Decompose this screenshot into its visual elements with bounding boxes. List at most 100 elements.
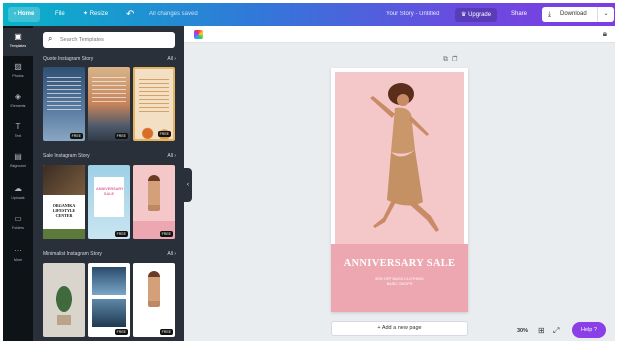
free-badge: FREE <box>157 131 171 137</box>
file-menu-button[interactable]: File <box>55 3 65 26</box>
photos-icon: ▨ <box>14 62 22 71</box>
rail-item-uploads[interactable]: ☁ Uploads <box>3 180 33 208</box>
rail-label: Bkground <box>10 164 26 168</box>
free-badge: FREE <box>114 329 128 335</box>
search-box[interactable]: ⌕ <box>43 32 175 48</box>
upgrade-button[interactable]: ♛ Upgrade <box>455 8 498 22</box>
rail-label: Elements <box>10 104 26 108</box>
duplicate-page-icon[interactable]: ❐ <box>452 56 461 63</box>
template-thumb[interactable]: FREE <box>133 67 175 141</box>
search-input[interactable] <box>60 34 170 46</box>
thumb-plant <box>43 229 85 239</box>
uploads-icon: ☁ <box>14 184 22 193</box>
template-thumb[interactable]: FREE <box>133 165 175 239</box>
free-badge: FREE <box>159 231 173 237</box>
section-title-sale: Sale Instagram Story <box>43 153 90 159</box>
thumb-image-top <box>92 267 126 295</box>
rail-label: Uploads <box>11 196 25 200</box>
rail-item-templates[interactable]: ▣ Templates <box>3 28 33 56</box>
rail-item-elements[interactable]: ◈ Elements <box>3 88 33 116</box>
elements-icon: ◈ <box>14 92 22 101</box>
thumb-quote-lines <box>139 79 169 115</box>
zoom-level[interactable]: 30% <box>517 328 528 334</box>
background-icon: ▤ <box>14 152 22 161</box>
resize-icon: ✦ <box>83 11 89 17</box>
chevron-left-icon: ‹ <box>187 182 189 188</box>
template-thumb[interactable]: FREE <box>88 263 130 337</box>
more-icon: ··· <box>14 246 22 255</box>
thumb-figure <box>148 175 160 211</box>
see-all-quote-link[interactable]: All › <box>167 56 176 62</box>
share-button[interactable]: Share <box>511 3 527 26</box>
home-button[interactable]: ‹ Home <box>8 7 41 22</box>
copy-page-icon[interactable]: ⧉ <box>443 56 452 63</box>
thumb-pot <box>57 315 71 325</box>
help-button[interactable]: Help ? <box>572 322 606 338</box>
search-icon: ⌕ <box>48 34 53 43</box>
fullscreen-icon[interactable]: ⤢ <box>553 326 559 336</box>
rail-label: Photos <box>12 74 24 78</box>
rail-label: Text <box>14 134 22 138</box>
folders-icon: ▭ <box>14 214 22 223</box>
side-rail: ▣ Templates ▨ Photos ◈ Elements T Text ▤ Bkgr… <box>3 26 33 341</box>
save-status: All changes saved <box>149 11 198 17</box>
chevron-down-icon[interactable]: ⌄ <box>597 7 614 22</box>
sale-title[interactable]: ANNIVERSARY SALE <box>331 258 468 269</box>
resize-button[interactable]: ✦ Resize <box>83 3 108 26</box>
templates-icon: ▣ <box>14 32 22 41</box>
free-badge: FREE <box>114 231 128 237</box>
rail-label: More <box>13 258 23 262</box>
thumb-card <box>94 177 124 217</box>
see-all-label: All <box>167 153 173 159</box>
rail-item-more[interactable]: ··· More <box>3 242 33 270</box>
template-thumb[interactable]: FREE <box>133 263 175 337</box>
section-title-minimalist: Minimalist Instagram Story <box>43 251 102 257</box>
template-thumb[interactable]: FREE <box>43 67 85 141</box>
thumb-plant-leaf <box>53 281 75 317</box>
lock-icon[interactable]: 🔒︎ <box>603 29 607 39</box>
see-all-sale-link[interactable]: All › <box>167 153 176 159</box>
top-bar: ‹ Home File ✦ Resize ↶ All changes saved… <box>3 3 615 26</box>
rail-label: Folders <box>12 226 24 230</box>
rail-item-folders[interactable]: ▭ Folders <box>3 210 33 238</box>
thumb-image-bottom <box>92 299 126 327</box>
template-thumb[interactable]: FREE <box>88 67 130 141</box>
rail-item-background[interactable]: ▤ Bkground <box>3 148 33 176</box>
thumb-figure <box>148 271 160 307</box>
add-page-button[interactable]: + Add a new page <box>331 321 468 336</box>
editor-toolbar: 🔒︎ <box>184 26 615 43</box>
rail-item-text[interactable]: T Text <box>3 118 33 146</box>
thumb-quote-lines <box>47 77 81 111</box>
rail-label: Templates <box>9 44 27 48</box>
design-page[interactable]: ANNIVERSARY SALE 50% OFF BAGS CLOTHING BA… <box>331 68 468 312</box>
thumb-title-anniversary: ANNIVERSARY SALE <box>96 187 124 196</box>
upgrade-label: Upgrade <box>468 12 492 18</box>
rail-item-photos[interactable]: ▨ Photos <box>3 58 33 86</box>
hero-photo[interactable] <box>335 72 464 244</box>
woman-jumping-image <box>335 72 464 244</box>
color-picker-icon[interactable] <box>194 30 203 39</box>
crown-icon: ♛ <box>461 12 467 18</box>
download-icon: ⤓ <box>548 11 552 18</box>
template-thumb[interactable] <box>43 263 85 337</box>
download-label: Download <box>560 11 587 17</box>
see-all-minimalist-link[interactable]: All › <box>167 251 176 257</box>
document-title[interactable]: Your Story - Untitled <box>386 3 439 26</box>
collapse-panel-button[interactable]: ‹ <box>184 168 192 202</box>
free-badge: FREE <box>159 329 173 335</box>
template-thumb[interactable]: ANNIVERSARY SALE FREE <box>88 165 130 239</box>
sale-subtitle[interactable]: 50% OFF BAGS CLOTHING BASIC SHOPS <box>331 277 468 287</box>
sale-banner[interactable]: ANNIVERSARY SALE 50% OFF BAGS CLOTHING BA… <box>331 244 468 312</box>
thumb-quote-lines <box>92 77 126 103</box>
resize-label: Resize <box>89 11 109 17</box>
template-thumb[interactable]: ORGANIKA LIFESTYLE CENTER <box>43 165 85 239</box>
templates-panel: ⌕ Quote Instagram Story All › FREE FREE … <box>33 26 184 341</box>
thumb-image-block <box>43 165 85 195</box>
undo-icon[interactable]: ↶ <box>126 3 134 26</box>
see-all-label: All <box>167 251 173 257</box>
download-button[interactable]: ⤓ Download ⌄ <box>542 7 614 22</box>
sale-subtitle-line1: 50% OFF BAGS CLOTHING <box>375 277 424 281</box>
page-actions: ⧉❐ <box>443 56 461 64</box>
section-title-quote: Quote Instagram Story <box>43 56 94 62</box>
grid-view-icon[interactable]: ⊞ <box>538 326 545 335</box>
